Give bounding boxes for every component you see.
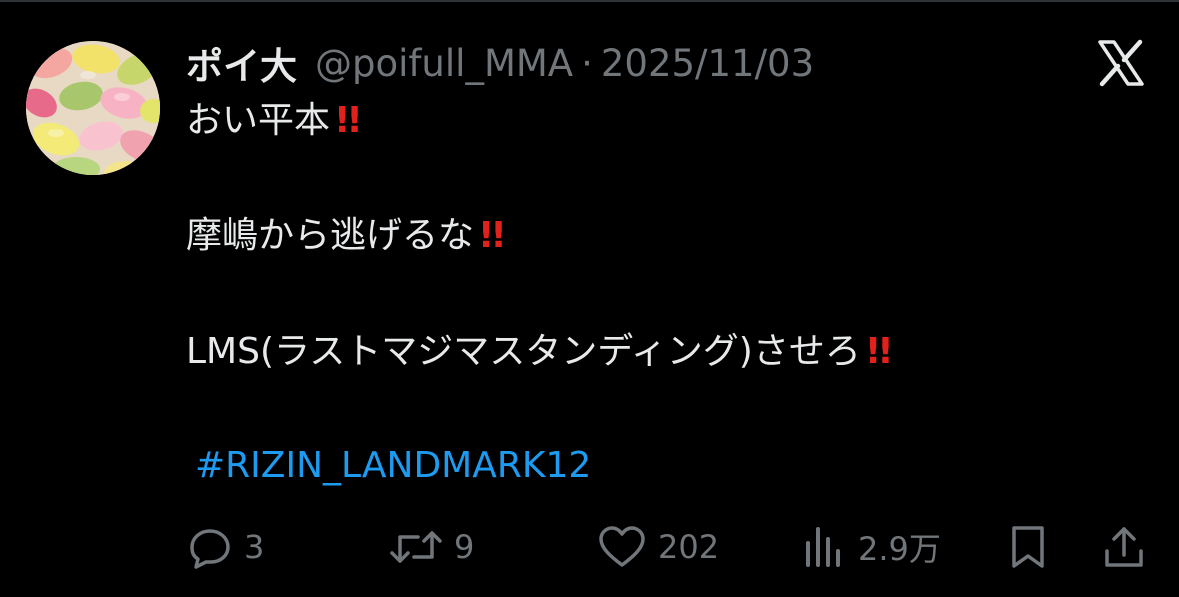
views-button[interactable]: 2.9万 (802, 520, 941, 574)
avatar[interactable] (26, 41, 160, 175)
retweet-button[interactable]: 9 (388, 520, 474, 574)
avatar-jellybeans-image (26, 41, 160, 175)
reply-icon (190, 529, 230, 569)
double-exclamation-emoji: !! (334, 100, 363, 141)
tweet-text: 摩嶋から逃げるな (186, 215, 475, 256)
tweet-date[interactable]: 2025/11/03 (601, 42, 814, 85)
views-icon (806, 527, 840, 567)
like-button[interactable]: 202 (596, 520, 719, 574)
retweet-count: 9 (454, 528, 475, 566)
like-count: 202 (658, 528, 720, 566)
double-exclamation-emoji: !! (478, 215, 507, 256)
x-logo-icon (1096, 38, 1146, 88)
views-count: 2.9万 (858, 530, 941, 568)
display-name[interactable]: ポイ大 (186, 36, 297, 90)
retweet-icon (390, 531, 442, 563)
header-separator: · (581, 41, 593, 85)
heart-icon (599, 526, 645, 567)
reply-count: 3 (244, 528, 265, 566)
top-divider (0, 0, 1179, 2)
double-exclamation-emoji: !! (864, 331, 894, 372)
share-icon (1105, 527, 1143, 567)
tweet-header: ポイ大 @poifull_MMA · 2025/11/03 (186, 36, 814, 90)
share-button[interactable] (1102, 520, 1146, 574)
tweet-text: おい平本 (186, 100, 331, 141)
hashtag-link[interactable]: #RIZIN_LANDMARK12 (195, 442, 591, 490)
tweet-text: LMS(ラストマジマスタンディング)させろ (186, 331, 861, 372)
tweet-text-line: LMS(ラストマジマスタンディング)させろ!! (186, 328, 894, 376)
bookmark-icon (1012, 526, 1044, 568)
bookmark-button[interactable] (1006, 520, 1050, 574)
reply-button[interactable]: 3 (186, 520, 264, 574)
tweet-text-line: おい平本!! (186, 97, 363, 145)
tweet-text-line: 摩嶋から逃げるな!! (186, 212, 507, 260)
user-handle[interactable]: @poifull_MMA (315, 42, 573, 85)
